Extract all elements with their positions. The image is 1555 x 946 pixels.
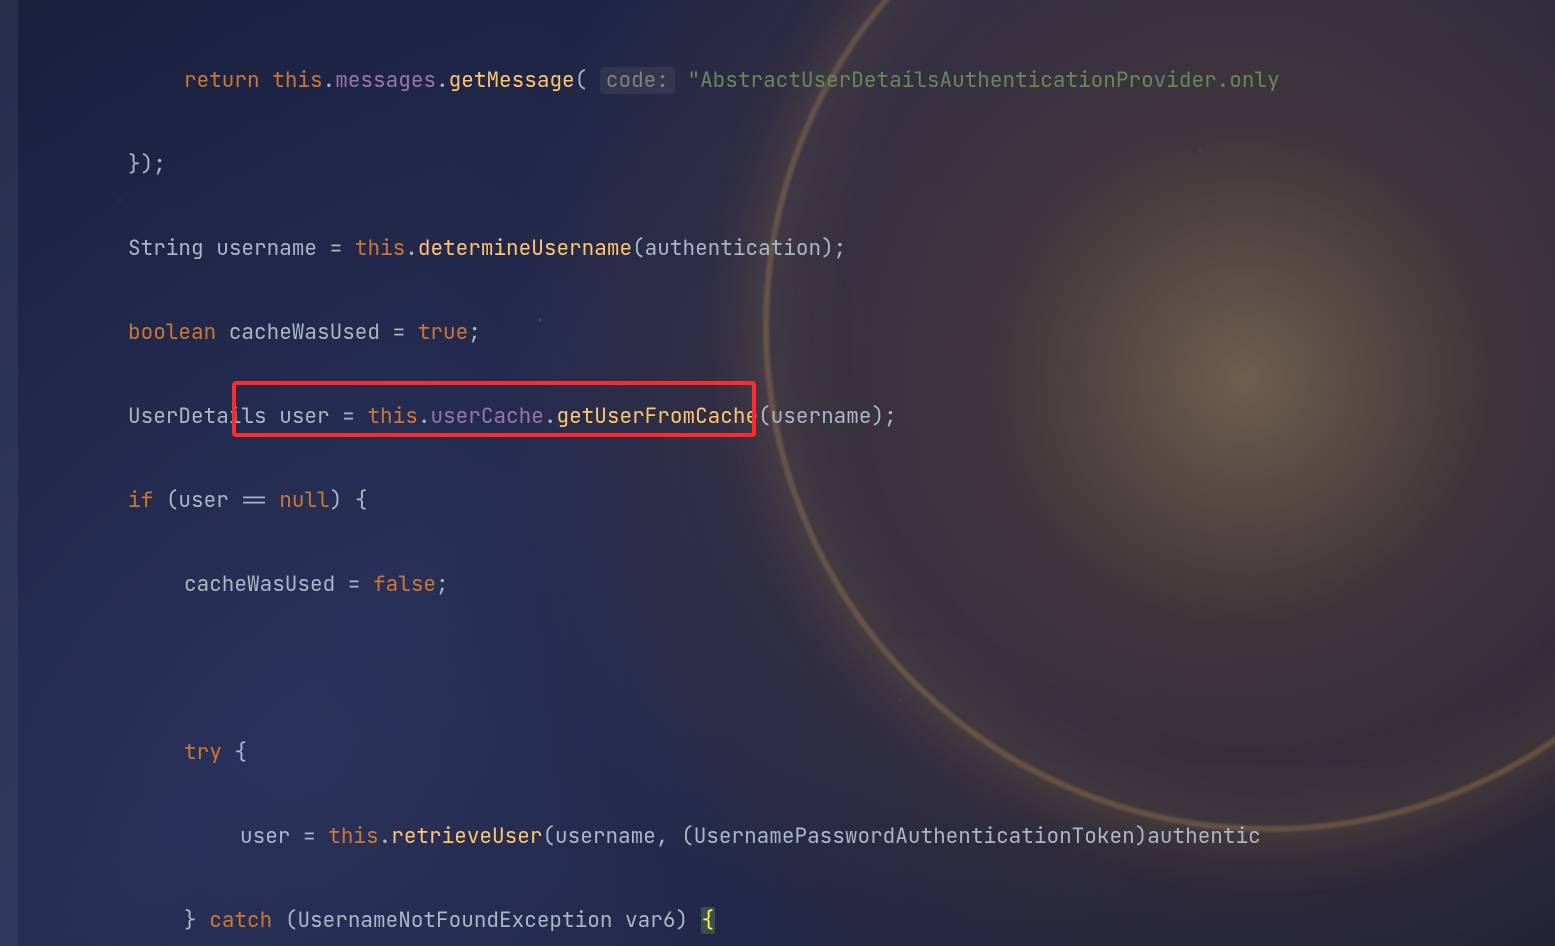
code-line[interactable]: String username = this.determineUsername… <box>128 228 1555 270</box>
brace-open-highlight: { <box>701 907 716 934</box>
code-editor[interactable]: return this.messages.getMessage( code: "… <box>0 0 1555 946</box>
code-line-highlighted[interactable]: user = this.retrieveUser(username, (User… <box>128 816 1555 858</box>
code-line[interactable]: cacheWasUsed = false; <box>128 564 1555 606</box>
code-line-blank[interactable] <box>128 648 1555 690</box>
code-line[interactable]: if (user == null) { <box>128 480 1555 522</box>
code-line[interactable]: try { <box>128 732 1555 774</box>
code-line[interactable]: boolean cacheWasUsed = true; <box>128 312 1555 354</box>
param-hint: code: <box>600 67 675 94</box>
code-line[interactable]: } catch (UsernameNotFoundException var6)… <box>128 900 1555 942</box>
code-line[interactable]: return this.messages.getMessage( code: "… <box>128 60 1555 102</box>
code-line[interactable]: UserDetails user = this.userCache.getUse… <box>128 396 1555 438</box>
code-line[interactable]: }); <box>128 144 1555 186</box>
